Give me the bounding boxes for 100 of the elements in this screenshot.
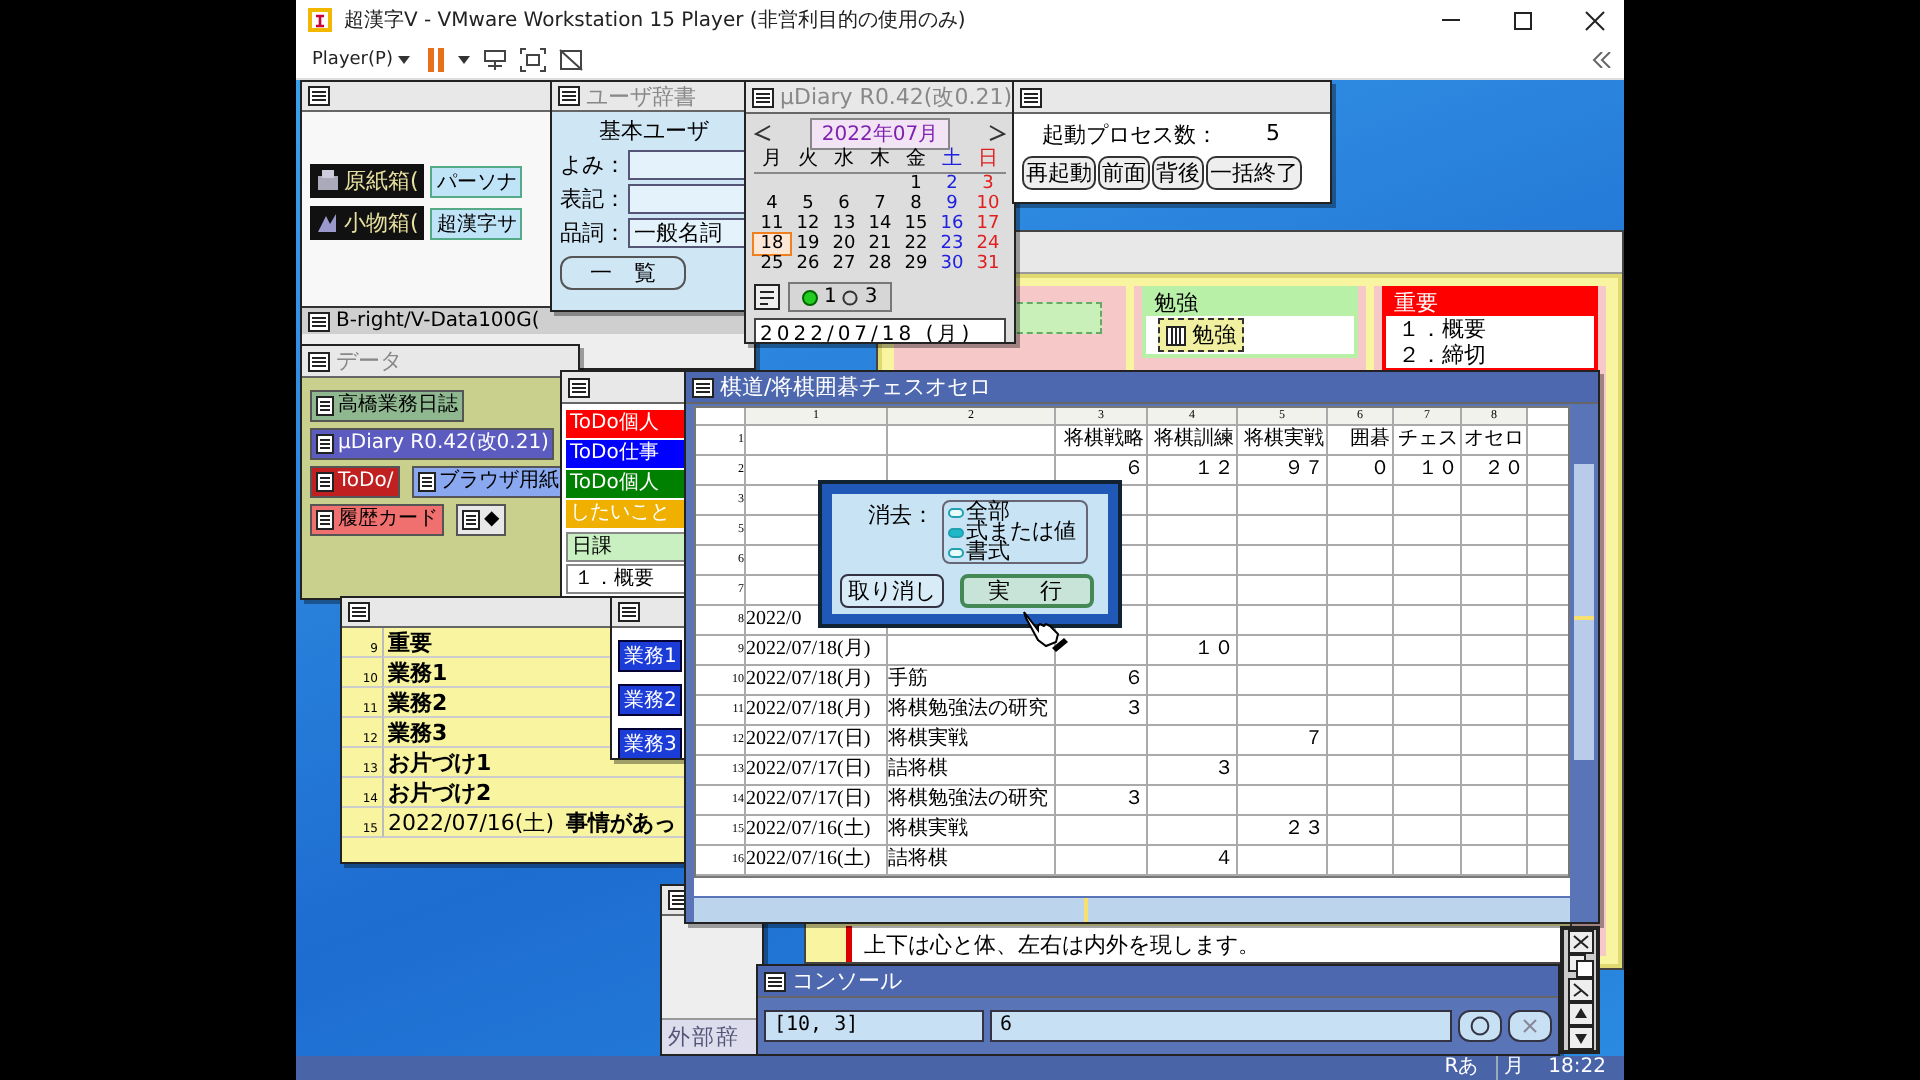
close-icon[interactable] (1567, 930, 1593, 954)
calendar-day[interactable]: 9 (934, 194, 970, 214)
card-item[interactable]: 勉強 (1158, 318, 1244, 352)
position-field[interactable]: [10, 3] (764, 1010, 984, 1042)
document-item[interactable]: 履歴カード (310, 504, 444, 536)
count-value: 3 (864, 286, 878, 308)
radio-option[interactable]: 書式 (948, 542, 1076, 562)
window-title-bar[interactable] (562, 372, 690, 404)
input-field[interactable]: 一般名詞 (628, 218, 748, 248)
cancel-button[interactable]: 取り消し (840, 574, 944, 608)
calendar-day[interactable]: 13 (826, 214, 862, 234)
calendar-day[interactable]: 18 (754, 234, 790, 254)
close-icon[interactable] (1583, 9, 1605, 31)
fit-screen-icon[interactable] (520, 47, 547, 71)
radio-option[interactable]: 式または値 (948, 522, 1076, 542)
list-button[interactable]: 一 覧 (560, 256, 686, 290)
window-title-bar[interactable] (342, 598, 610, 628)
month-label[interactable]: 2022年07月 (809, 117, 951, 149)
calendar-day[interactable]: 19 (790, 234, 826, 254)
document-item[interactable]: 高橋業務日誌 (310, 390, 464, 422)
calendar-day[interactable]: 8 (898, 194, 934, 214)
next-month-icon[interactable] (988, 124, 1006, 142)
previous-month-icon[interactable] (754, 124, 772, 142)
calendar-day[interactable]: 22 (898, 234, 934, 254)
date-field[interactable]: 2022/07/18 (月) (754, 318, 1006, 342)
folder-tag[interactable]: パーソナ (430, 165, 523, 197)
folder-item[interactable]: 原紙箱( (310, 164, 425, 198)
document-icon (417, 472, 436, 492)
unity-mode-icon[interactable] (558, 47, 585, 71)
table-cell: ６ (1124, 456, 1144, 484)
calendar-day[interactable]: 14 (862, 214, 898, 234)
folder-item[interactable]: 小物箱( (310, 206, 425, 240)
window-title-bar[interactable] (1014, 82, 1330, 114)
calendar-day[interactable]: 4 (754, 194, 790, 214)
table-cell: １２ (1194, 456, 1234, 484)
execute-button[interactable]: 実 行 (960, 574, 1094, 608)
window-title-bar[interactable] (612, 598, 684, 628)
calendar-day[interactable]: 2 (934, 174, 970, 194)
window-icon[interactable] (1567, 954, 1593, 978)
calendar-day[interactable]: 1 (898, 174, 934, 194)
table-cell: 2022/07/17(日) (746, 756, 871, 784)
input-field[interactable]: 6 (990, 1010, 1452, 1042)
calendar-day[interactable]: 10 (970, 194, 1006, 214)
paper-label[interactable]: ToDo仕事 (566, 440, 686, 468)
section-header: 日課 (566, 532, 686, 562)
window-title-bar[interactable] (662, 886, 684, 916)
calendar-day[interactable]: 28 (862, 254, 898, 274)
ime-indicator[interactable]: Rあ (1438, 1056, 1485, 1080)
calendar-day[interactable]: 7 (862, 194, 898, 214)
calendar-day[interactable]: 6 (826, 194, 862, 214)
card-line: １．概要 (1396, 316, 1488, 342)
calendar-day[interactable]: 20 (826, 234, 862, 254)
process-button[interactable]: 一括終了 (1206, 156, 1302, 190)
process-button[interactable]: 背後 (1152, 156, 1204, 190)
calendar-day[interactable]: 25 (754, 254, 790, 274)
window-title-bar[interactable]: コンソール (758, 966, 1558, 998)
calendar-day[interactable]: 29 (898, 254, 934, 274)
paper-label[interactable]: ToDo個人 (566, 470, 686, 498)
calendar-day[interactable]: 26 (790, 254, 826, 274)
calendar-day[interactable]: 16 (934, 214, 970, 234)
window-title-bar[interactable]: 棋道/将棋囲碁チェスオセロ (686, 372, 1598, 404)
calendar-day[interactable]: 15 (898, 214, 934, 234)
caret-icon[interactable] (458, 55, 471, 63)
calendar-day[interactable]: 17 (970, 214, 1006, 234)
calendar-icon[interactable] (754, 284, 780, 310)
process-button[interactable]: 再起動 (1022, 156, 1096, 190)
folder-tag[interactable]: 超漢字サ (430, 207, 523, 239)
collapse-icon[interactable] (1592, 51, 1612, 67)
circle-icon (842, 289, 859, 305)
task-button[interactable]: 業務2 (618, 684, 683, 716)
cancel-button[interactable] (1508, 1010, 1552, 1042)
paper-label[interactable]: ToDo個人 (566, 410, 686, 438)
task-button[interactable]: 業務3 (618, 728, 683, 758)
input-field[interactable] (628, 184, 748, 214)
calendar-day[interactable]: 11 (754, 214, 790, 234)
document-item[interactable]: ToDo/ (310, 466, 400, 498)
document-item[interactable]: ブラウザ用紙 (411, 466, 566, 498)
calendar-day[interactable]: 31 (970, 254, 1006, 274)
window-title-bar[interactable] (302, 82, 550, 112)
calendar-day[interactable]: 23 (934, 234, 970, 254)
ok-button[interactable] (1458, 1010, 1502, 1042)
task-button[interactable]: 業務1 (618, 640, 683, 672)
calendar-day[interactable]: 27 (826, 254, 862, 274)
calendar-day[interactable]: 3 (970, 174, 1006, 194)
process-button[interactable]: 前面 (1098, 156, 1150, 190)
calendar-day[interactable]: 30 (934, 254, 970, 274)
maximize-icon[interactable] (1511, 9, 1533, 31)
calendar-day[interactable]: 12 (790, 214, 826, 234)
document-item[interactable]: ◆ (456, 504, 506, 536)
pause-icon[interactable] (426, 47, 447, 71)
player-menu-button[interactable]: Player(P) (308, 49, 415, 69)
input-field[interactable] (628, 150, 748, 180)
calendar-day[interactable]: 24 (970, 234, 1006, 254)
calendar-day[interactable]: 5 (790, 194, 826, 214)
calendar-day[interactable]: 21 (862, 234, 898, 254)
document-item[interactable]: μDiary R0.42(改0.21) (310, 428, 555, 460)
tab[interactable]: 外部辞 (662, 1018, 762, 1054)
horizontal-scrollbar[interactable] (694, 896, 1570, 922)
radio-option[interactable]: 全部 (948, 502, 1076, 522)
field-label: 表記： (560, 184, 626, 214)
